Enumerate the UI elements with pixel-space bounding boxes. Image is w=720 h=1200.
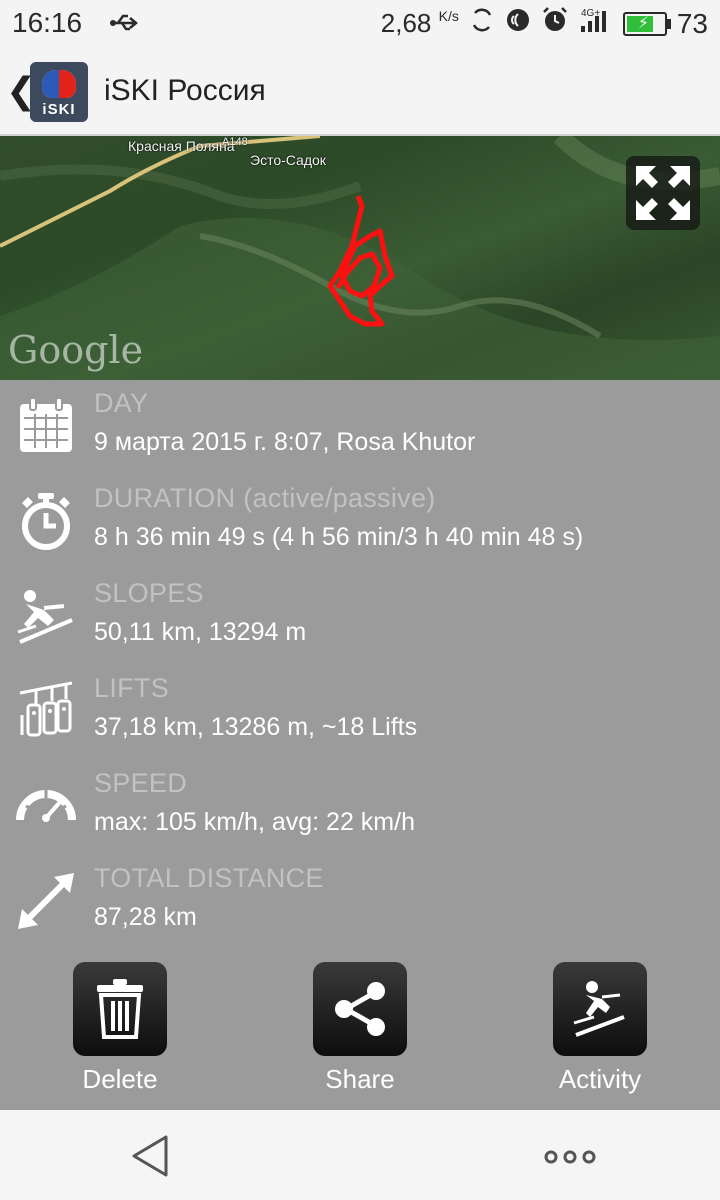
- delete-label: Delete: [82, 1064, 158, 1094]
- share-button[interactable]: [313, 962, 407, 1056]
- stat-label: DAY: [94, 388, 149, 418]
- stat-value: 87,28 km: [94, 903, 197, 931]
- expand-icon: [636, 166, 690, 220]
- battery-percent: 73: [676, 7, 708, 39]
- activity-label: Activity: [558, 1064, 642, 1094]
- app-title: iSKI Россия: [104, 74, 266, 107]
- share-label: Share: [325, 1064, 395, 1094]
- nfc-icon: [505, 7, 531, 40]
- signal-icon: 4G+: [579, 6, 613, 41]
- stat-label: LIFTS: [94, 673, 170, 703]
- stat-value: 50,11 km, 13294 m: [94, 618, 307, 646]
- stat-label: DURATION (active/passive): [94, 483, 436, 513]
- stat-total-distance: TOTAL DISTANCE 87,28 km: [0, 859, 720, 954]
- network-speed: 2,68 K/s: [380, 8, 459, 38]
- status-time: 16:16: [12, 7, 83, 38]
- app-logo[interactable]: iSKI: [30, 62, 88, 122]
- stat-label: SPEED: [94, 768, 188, 798]
- app-header: ❮ iSKI iSKI Россия: [0, 48, 720, 136]
- calendar-icon: [16, 396, 78, 458]
- fullscreen-button[interactable]: [626, 156, 700, 230]
- svg-text:4G+: 4G+: [581, 8, 600, 19]
- map-label-esto-sadok: Эсто-Садок: [250, 152, 326, 168]
- skier-icon: [16, 586, 78, 648]
- status-bar: 16:16 2,68 K/s 4G+ ⚡ 73: [0, 0, 720, 48]
- map-label-krasnaya-polyana: Красная Поляна: [128, 138, 235, 154]
- google-attribution: Google: [8, 328, 144, 372]
- nav-back-icon[interactable]: [130, 1135, 170, 1182]
- delete-action[interactable]: Delete: [20, 962, 220, 1094]
- stat-label: TOTAL DISTANCE: [94, 863, 324, 893]
- alarm-icon: [541, 6, 569, 41]
- chairlift-icon: [16, 681, 78, 743]
- share-action[interactable]: Share: [260, 962, 460, 1094]
- sync-icon: [469, 7, 495, 40]
- speedometer-icon: [16, 776, 78, 838]
- system-nav-bar: [0, 1110, 720, 1200]
- stat-value: max: 105 km/h, avg: 22 km/h: [94, 808, 415, 836]
- stat-value: 8 h 36 min 49 s (4 h 56 min/3 h 40 min 4…: [94, 523, 584, 551]
- skier-icon: [573, 981, 625, 1037]
- stat-speed: SPEED max: 105 km/h, avg: 22 km/h: [0, 764, 720, 859]
- stat-value: 9 марта 2015 г. 8:07, Rosa Khutor: [94, 428, 476, 456]
- track-map[interactable]: Красная Поляна Эсто-Садок А148 Google: [0, 136, 720, 380]
- stat-lifts: LIFTS 37,18 km, 13286 m, ~18 Lifts: [0, 669, 720, 764]
- battery-icon: ⚡: [622, 11, 671, 36]
- activity-button[interactable]: [553, 962, 647, 1056]
- map-label-road: А148: [222, 136, 248, 148]
- stat-day: DAY 9 марта 2015 г. 8:07, Rosa Khutor: [0, 384, 720, 479]
- stat-value: 37,18 km, 13286 m, ~18 Lifts: [94, 713, 418, 741]
- activity-action[interactable]: Activity: [500, 962, 700, 1094]
- usb-icon: [110, 10, 140, 43]
- trash-icon: [97, 979, 143, 1039]
- share-icon: [335, 982, 385, 1036]
- stat-label: SLOPES: [94, 578, 204, 608]
- stopwatch-icon: [16, 491, 78, 553]
- distance-arrow-icon: [16, 871, 78, 933]
- more-icon[interactable]: [544, 1150, 596, 1169]
- stat-slopes: SLOPES 50,11 km, 13294 m: [0, 574, 720, 669]
- delete-button[interactable]: [73, 962, 167, 1056]
- stat-duration: DURATION (active/passive) 8 h 36 min 49 …: [0, 479, 720, 574]
